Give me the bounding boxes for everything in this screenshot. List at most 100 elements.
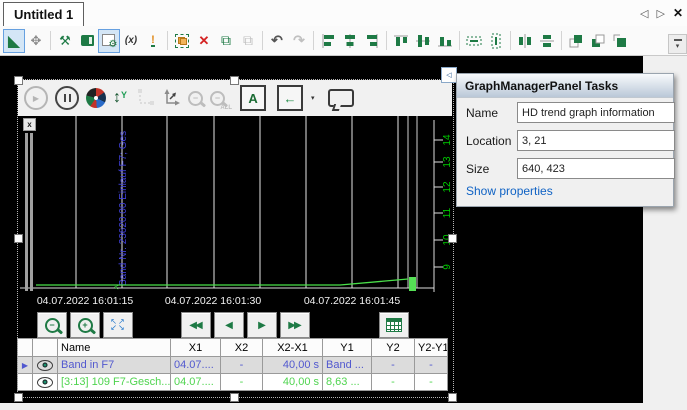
align-right-button[interactable] — [361, 29, 383, 53]
fast-backward-button[interactable]: ◀◀ — [181, 312, 211, 338]
bring-to-front-button[interactable] — [565, 29, 587, 53]
comment-button[interactable] — [328, 89, 354, 107]
column-header-y2[interactable]: Y2 — [372, 339, 415, 357]
order-button[interactable] — [609, 29, 631, 53]
redo-button[interactable]: ↷ — [288, 29, 310, 53]
y2-cell[interactable]: - — [372, 374, 415, 391]
resize-handle-bottom-center[interactable] — [230, 393, 239, 402]
resize-handle-bottom-right[interactable] — [448, 393, 457, 402]
back-arrow-button[interactable]: ← — [277, 85, 303, 111]
x2-cell[interactable]: - — [221, 374, 263, 391]
x2-cell[interactable]: - — [221, 357, 263, 374]
copy-button[interactable]: ⧉ — [215, 29, 237, 53]
column-header-x1[interactable]: X1 — [171, 339, 221, 357]
axes-button[interactable] — [134, 88, 154, 108]
pan-axes-button[interactable] — [161, 88, 181, 108]
marker-button[interactable]: ! — [142, 29, 164, 53]
resize-handle-top-center[interactable] — [230, 76, 239, 85]
color-wheel-button[interactable] — [86, 88, 106, 108]
align-top-button[interactable] — [390, 29, 412, 53]
center-vertical-icon — [538, 32, 556, 50]
play-button[interactable]: ▶ — [24, 86, 48, 110]
dropdown-caret-icon[interactable]: ▾ — [311, 94, 315, 102]
visibility-cell[interactable] — [33, 374, 58, 391]
zoom-out-axes-button[interactable]: − — [188, 91, 203, 106]
separator — [459, 31, 460, 50]
zoom-out-button[interactable]: − — [37, 312, 67, 338]
column-header-y2y1[interactable]: Y2-Y1 — [415, 339, 448, 357]
move-tool-button[interactable]: ✥ — [25, 29, 47, 53]
toolbar-overflow-button[interactable]: ▾ — [668, 34, 687, 54]
fit-view-button[interactable]: ↖↗↙↘ — [103, 312, 133, 338]
pause-button[interactable] — [55, 86, 79, 110]
tab-untitled-1[interactable]: Untitled 1 — [3, 2, 84, 26]
send-to-back-button[interactable] — [587, 29, 609, 53]
y2y1-cell[interactable]: - — [415, 357, 448, 374]
x1-cell[interactable]: 04.07.... — [171, 374, 221, 391]
same-height-button[interactable] — [485, 29, 507, 53]
visibility-cell[interactable] — [33, 357, 58, 374]
y2-cell[interactable]: - — [372, 357, 415, 374]
resize-handle-middle-left[interactable] — [14, 234, 23, 243]
container-button[interactable] — [171, 29, 193, 53]
align-left-button[interactable] — [317, 29, 339, 53]
x2x1-cell[interactable]: 40,00 s — [263, 374, 323, 391]
x1-cell[interactable]: 04.07.... — [171, 357, 221, 374]
cursor-lines[interactable] — [408, 116, 417, 288]
name-cell[interactable]: Band in F7 — [58, 357, 171, 374]
library-button[interactable] — [76, 29, 98, 53]
location-label: Location — [466, 134, 511, 148]
align-center-button[interactable] — [339, 29, 361, 53]
axis-scrollbar[interactable] — [30, 133, 33, 291]
show-properties-link[interactable]: Show properties — [466, 184, 553, 198]
delete-button[interactable]: ✕ — [193, 29, 215, 53]
column-header-x2x1[interactable]: X2-X1 — [263, 339, 323, 357]
table-row[interactable]: ▶ Band in F7 04.07.... - 40,00 s Band ..… — [18, 357, 448, 374]
y1-cell[interactable]: Band ... — [323, 357, 372, 374]
column-header-name[interactable]: Name — [58, 339, 171, 357]
column-header-y1[interactable]: Y1 — [323, 339, 372, 357]
row-selector-cell[interactable] — [18, 374, 33, 391]
close-tab-icon[interactable]: ✕ — [673, 6, 683, 20]
center-horizontal-button[interactable] — [514, 29, 536, 53]
zoom-in-button[interactable]: + — [70, 312, 100, 338]
column-header-x2[interactable]: X2 — [221, 339, 263, 357]
undo-button[interactable]: ↶ — [266, 29, 288, 53]
resize-handle-bottom-left[interactable] — [14, 393, 23, 402]
align-bottom-button[interactable] — [434, 29, 456, 53]
smart-tag-button[interactable]: ◁ — [441, 67, 457, 83]
x2x1-cell[interactable]: 40,00 s — [263, 357, 323, 374]
y2y1-cell[interactable]: - — [415, 374, 448, 391]
same-width-button[interactable] — [463, 29, 485, 53]
select-tool-button[interactable]: ◣ — [3, 29, 25, 53]
step-backward-button[interactable]: ◀ — [214, 312, 244, 338]
plot-close-button[interactable]: x — [23, 118, 36, 131]
function-button[interactable]: (x) — [120, 29, 142, 53]
center-vertical-button[interactable] — [536, 29, 558, 53]
form-settings-button[interactable]: ⚙ — [98, 29, 120, 53]
table-row[interactable]: [3:13] 109 F7-Gesch... 04.07.... - 40,00… — [18, 374, 448, 391]
tools-button[interactable]: ⚒ — [54, 29, 76, 53]
align-bottom-icon — [436, 32, 454, 50]
zoom-all-button[interactable]: −ALL — [210, 91, 225, 106]
calendar-button[interactable] — [379, 312, 409, 338]
axis-scrollbar[interactable] — [25, 133, 28, 291]
resize-handle-middle-right[interactable] — [448, 234, 457, 243]
paste-button[interactable]: ⧉ — [237, 29, 259, 53]
same-width-icon — [465, 32, 483, 50]
trend-plot[interactable]: Band Nr. 23620.00 Einlauf F7; Ges < 9 10… — [17, 116, 457, 312]
cursor-value-bar[interactable] — [409, 277, 416, 291]
resize-handle-top-left[interactable] — [14, 76, 23, 85]
name-field[interactable]: HD trend graph information — [517, 102, 675, 123]
step-forward-button[interactable]: ▶ — [247, 312, 277, 338]
fast-forward-button[interactable]: ▶▶ — [280, 312, 310, 338]
next-tab-icon[interactable]: ▷ — [656, 7, 664, 20]
align-middle-button[interactable] — [412, 29, 434, 53]
y-scale-button[interactable]: ↕Y — [113, 90, 127, 106]
y1-cell[interactable]: 8,63 ... — [323, 374, 372, 391]
location-field[interactable]: 3, 21 — [517, 130, 675, 151]
prev-tab-icon[interactable]: ◁ — [640, 7, 648, 20]
text-annotation-button[interactable]: A — [240, 85, 266, 111]
size-field[interactable]: 640, 423 — [517, 158, 675, 179]
name-cell[interactable]: [3:13] 109 F7-Gesch... — [58, 374, 171, 391]
